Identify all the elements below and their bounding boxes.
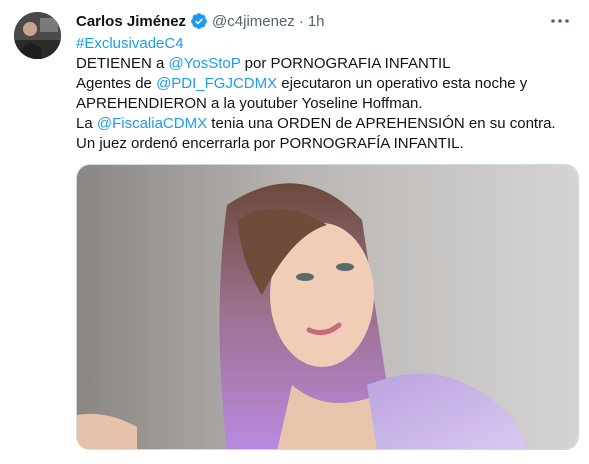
author-avatar[interactable] xyxy=(14,12,61,59)
text-segment: DETIENEN a xyxy=(76,55,169,72)
text-line: Un juez ordenó encerrarla por PORNOGRAFÍ… xyxy=(76,135,464,152)
text-segment: La xyxy=(76,115,97,132)
tweet-header: Carlos Jiménez @c4jimenez · 1h xyxy=(76,11,325,31)
mention-fiscalia-link[interactable]: @FiscaliaCDMX xyxy=(97,115,207,132)
text-segment: por PORNOGRAFIA INFANTIL xyxy=(240,55,451,72)
hashtag-link[interactable]: #ExclusivadeC4 xyxy=(76,35,184,52)
tweet-photo[interactable] xyxy=(76,164,579,450)
separator-dot: · xyxy=(298,12,304,30)
text-segment: ejecutaron un operativo esta noche y xyxy=(277,75,528,92)
mention-pdi-link[interactable]: @PDI_FGJCDMX xyxy=(156,75,277,92)
tweet-timestamp[interactable]: 1h xyxy=(308,13,325,30)
verified-badge-icon xyxy=(190,12,208,30)
tweet-text: #ExclusivadeC4 DETIENEN a @YosStoP por P… xyxy=(76,34,571,154)
text-line: APREHENDIERON a la youtuber Yoseline Hof… xyxy=(76,95,423,112)
text-segment: Agentes de xyxy=(76,75,157,92)
more-options-icon[interactable] xyxy=(549,12,571,30)
author-handle[interactable]: @c4jimenez xyxy=(212,13,295,30)
mention-yosstop-link[interactable]: @YosStoP xyxy=(169,55,241,72)
author-name[interactable]: Carlos Jiménez xyxy=(76,13,186,30)
text-segment: tenia una ORDEN de APREHENSIÓN en su con… xyxy=(207,115,556,132)
